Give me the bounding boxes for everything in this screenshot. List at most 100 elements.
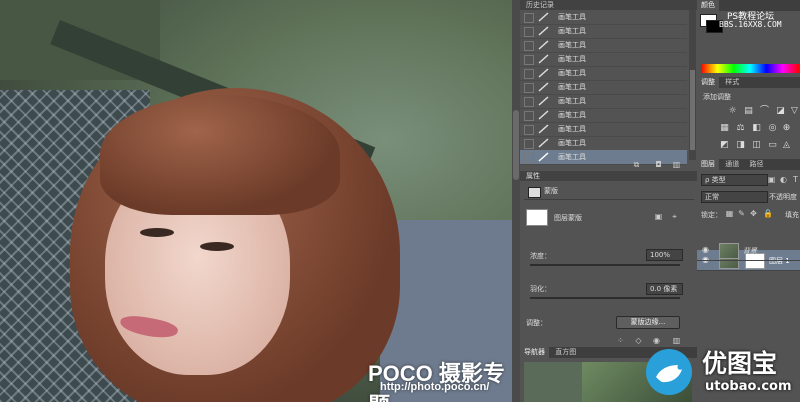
feather-label: 羽化： bbox=[530, 285, 551, 293]
color-balance-icon[interactable]: ⚖ bbox=[735, 123, 746, 134]
history-item[interactable]: 画笔工具 bbox=[520, 94, 687, 109]
density-slider[interactable] bbox=[530, 264, 680, 266]
canvas-vertical-scrollbar[interactable] bbox=[512, 0, 520, 402]
toggle-mask-icon[interactable]: ◉ bbox=[652, 336, 661, 345]
snapshot-checkbox[interactable] bbox=[524, 69, 534, 79]
scrollbar-thumb[interactable] bbox=[513, 110, 519, 180]
snapshot-checkbox[interactable] bbox=[524, 13, 534, 23]
navigator-preview-left bbox=[524, 362, 582, 402]
brightness-contrast-icon[interactable]: ☼ bbox=[727, 106, 738, 117]
history-item[interactable]: 画笔工具 bbox=[520, 122, 687, 137]
mask-edge-button[interactable]: 蒙版边缘... bbox=[616, 316, 680, 329]
delete-mask-icon[interactable]: ▥ bbox=[672, 336, 681, 345]
brush-icon bbox=[538, 96, 549, 106]
history-item[interactable]: 画笔工具 bbox=[520, 108, 687, 123]
gradient-map-icon[interactable]: ▭ bbox=[767, 140, 778, 151]
blend-mode-select[interactable]: 正常 bbox=[701, 191, 768, 203]
history-list: 画笔工具 画笔工具 画笔工具 画笔工具 画笔工具 画笔工具 画笔工具 画笔工具 … bbox=[520, 10, 690, 165]
hue-saturation-icon[interactable]: ▦ bbox=[719, 123, 730, 134]
opacity-label: 不透明度 bbox=[769, 193, 797, 201]
tab-navigator[interactable]: 导航器 bbox=[520, 347, 549, 358]
snapshot-checkbox[interactable] bbox=[524, 111, 534, 121]
invert-icon[interactable]: ◩ bbox=[719, 140, 730, 151]
snapshot-checkbox[interactable] bbox=[524, 41, 534, 51]
lock-all-icon[interactable]: 🔒 bbox=[763, 209, 773, 218]
snapshot-checkbox[interactable] bbox=[524, 27, 534, 37]
new-document-from-state-icon[interactable]: ⧉ bbox=[632, 160, 641, 169]
brush-icon bbox=[538, 82, 549, 92]
history-item[interactable]: 画笔工具 bbox=[520, 80, 687, 95]
panel-dock-right: 颜色 PS教程论坛 BBS.16XX8.COM 调整 样式 添加调整 ☼ ▤ ⌒… bbox=[697, 0, 800, 402]
snapshot-checkbox[interactable] bbox=[524, 153, 534, 163]
fill-label: 填充 bbox=[785, 211, 799, 219]
adjustments-tabbar: 调整 样式 bbox=[697, 77, 800, 88]
tab-adjustments[interactable]: 调整 bbox=[697, 77, 719, 88]
utobao-logo-url: utobao.com bbox=[705, 379, 792, 394]
tab-styles[interactable]: 样式 bbox=[721, 77, 743, 88]
curves-icon[interactable]: ⌒ bbox=[759, 106, 770, 117]
posterize-icon[interactable]: ◨ bbox=[735, 140, 746, 151]
feather-slider[interactable] bbox=[530, 297, 680, 299]
refine-label: 调整： bbox=[526, 319, 547, 327]
history-panel-tab[interactable]: 历史记录 bbox=[520, 0, 697, 10]
history-item[interactable]: 画笔工具 bbox=[520, 24, 687, 39]
eye-icon[interactable]: ◉ bbox=[702, 245, 709, 254]
history-item[interactable]: 画笔工具 bbox=[520, 136, 687, 151]
snapshot-checkbox[interactable] bbox=[524, 139, 534, 149]
camera-snapshot-icon[interactable]: ◘ bbox=[654, 160, 663, 169]
selective-color-icon[interactable]: ◬ bbox=[781, 140, 792, 151]
apply-mask-icon[interactable]: ◇ bbox=[634, 336, 643, 345]
lock-image-icon[interactable]: ✎ bbox=[737, 209, 746, 218]
history-item-label: 画笔工具 bbox=[558, 55, 586, 63]
tab-paths[interactable]: 路径 bbox=[745, 159, 767, 170]
brush-icon bbox=[538, 54, 549, 64]
filter-type-icon[interactable]: T bbox=[791, 175, 800, 184]
history-item[interactable]: 画笔工具 bbox=[520, 66, 687, 81]
levels-icon[interactable]: ▤ bbox=[743, 106, 754, 117]
history-item[interactable]: 画笔工具 bbox=[520, 52, 687, 67]
channel-mixer-icon[interactable]: ⊕ bbox=[781, 123, 792, 134]
filter-pixel-icon[interactable]: ▣ bbox=[767, 175, 776, 184]
history-item-label: 画笔工具 bbox=[558, 153, 586, 161]
vector-mask-icon[interactable]: ⌖ bbox=[670, 212, 679, 221]
tab-histogram[interactable]: 直方图 bbox=[551, 347, 580, 358]
layer-mask-thumbnail[interactable] bbox=[526, 209, 548, 226]
snapshot-checkbox[interactable] bbox=[524, 97, 534, 107]
brush-icon bbox=[538, 152, 549, 162]
tab-color[interactable]: 颜色 bbox=[697, 0, 719, 11]
lock-position-icon[interactable]: ✥ bbox=[749, 209, 758, 218]
document-canvas[interactable]: POCO 摄影专题 http://photo.poco.cn/ bbox=[0, 0, 512, 402]
density-input[interactable]: 100% bbox=[646, 249, 683, 261]
photo-filter-icon[interactable]: ◎ bbox=[767, 123, 778, 134]
lock-transparent-icon[interactable]: ▦ bbox=[725, 209, 734, 218]
snapshot-checkbox[interactable] bbox=[524, 55, 534, 65]
color-spectrum-ramp[interactable] bbox=[701, 64, 799, 73]
tab-layers[interactable]: 图层 bbox=[697, 159, 719, 170]
layer-row[interactable]: ◉ 背景 bbox=[697, 240, 800, 261]
select-pixel-mask-icon[interactable]: ▣ bbox=[654, 212, 663, 221]
load-selection-icon[interactable]: ⁘ bbox=[616, 336, 625, 345]
black-white-icon[interactable]: ◧ bbox=[751, 123, 762, 134]
layer-filter-select[interactable]: ρ 类型 bbox=[701, 174, 768, 186]
history-item-label: 画笔工具 bbox=[558, 97, 586, 105]
brush-icon bbox=[538, 68, 549, 78]
history-item[interactable]: 画笔工具 bbox=[520, 10, 687, 25]
layers-tabbar: 图层 通道 路径 bbox=[697, 159, 800, 170]
tab-channels[interactable]: 通道 bbox=[721, 159, 743, 170]
snapshot-checkbox[interactable] bbox=[524, 125, 534, 135]
properties-panel-tab[interactable]: 属性 bbox=[520, 171, 703, 181]
utobao-bird-logo bbox=[646, 349, 692, 395]
snapshot-checkbox[interactable] bbox=[524, 83, 534, 93]
feather-input[interactable]: 0.0 像素 bbox=[646, 283, 683, 295]
exposure-icon[interactable]: ◪ bbox=[775, 106, 786, 117]
history-item[interactable]: 画笔工具 bbox=[520, 38, 687, 53]
trash-icon[interactable]: ▥ bbox=[672, 160, 681, 169]
utobao-logo-text: 优图宝 bbox=[702, 349, 778, 378]
history-scrollbar[interactable] bbox=[689, 10, 696, 160]
vibrance-icon[interactable]: ▽ bbox=[789, 106, 800, 117]
right-eye bbox=[200, 242, 234, 251]
history-item-label: 画笔工具 bbox=[558, 41, 586, 49]
filter-adjustment-icon[interactable]: ◐ bbox=[779, 175, 788, 184]
threshold-icon[interactable]: ◫ bbox=[751, 140, 762, 151]
history-scrollbar-thumb[interactable] bbox=[690, 70, 695, 150]
